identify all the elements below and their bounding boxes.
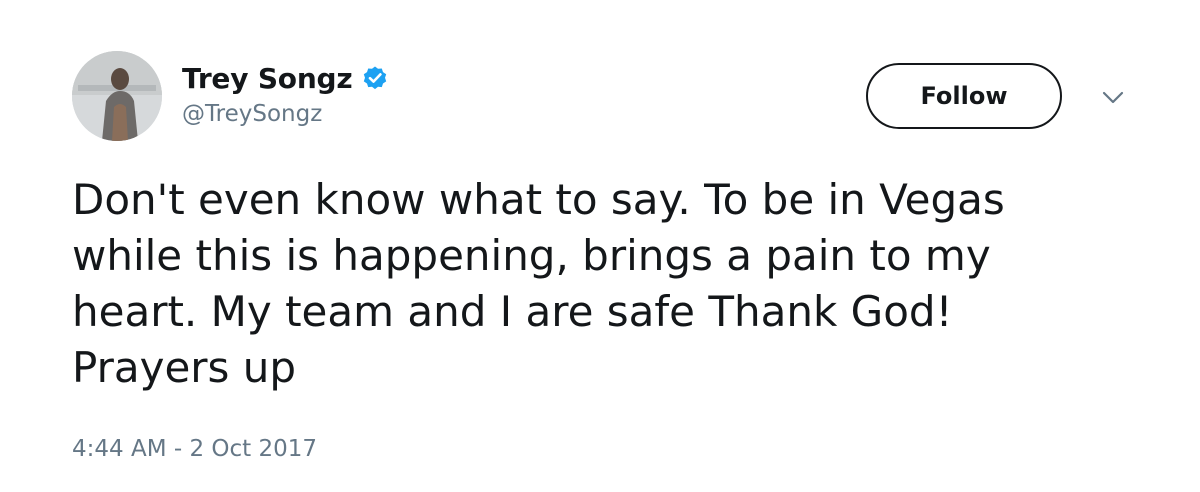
chevron-down-icon[interactable]: [1101, 90, 1125, 106]
tweet-text: Don't even know what to say. To be in Ve…: [72, 175, 1005, 392]
display-name[interactable]: Trey Songz: [182, 62, 353, 95]
tweet-timestamp[interactable]: 4:44 AM - 2 Oct 2017: [72, 436, 317, 462]
avatar[interactable]: [72, 51, 162, 141]
user-handle[interactable]: @TreySongz: [182, 101, 322, 127]
name-row: Trey Songz: [182, 58, 388, 98]
tweet-card: Trey Songz @TreySongz Follow Don't even …: [0, 0, 1200, 492]
profile-photo-icon: [72, 51, 162, 141]
verified-badge-icon: [362, 65, 388, 91]
follow-button[interactable]: Follow: [866, 63, 1062, 129]
